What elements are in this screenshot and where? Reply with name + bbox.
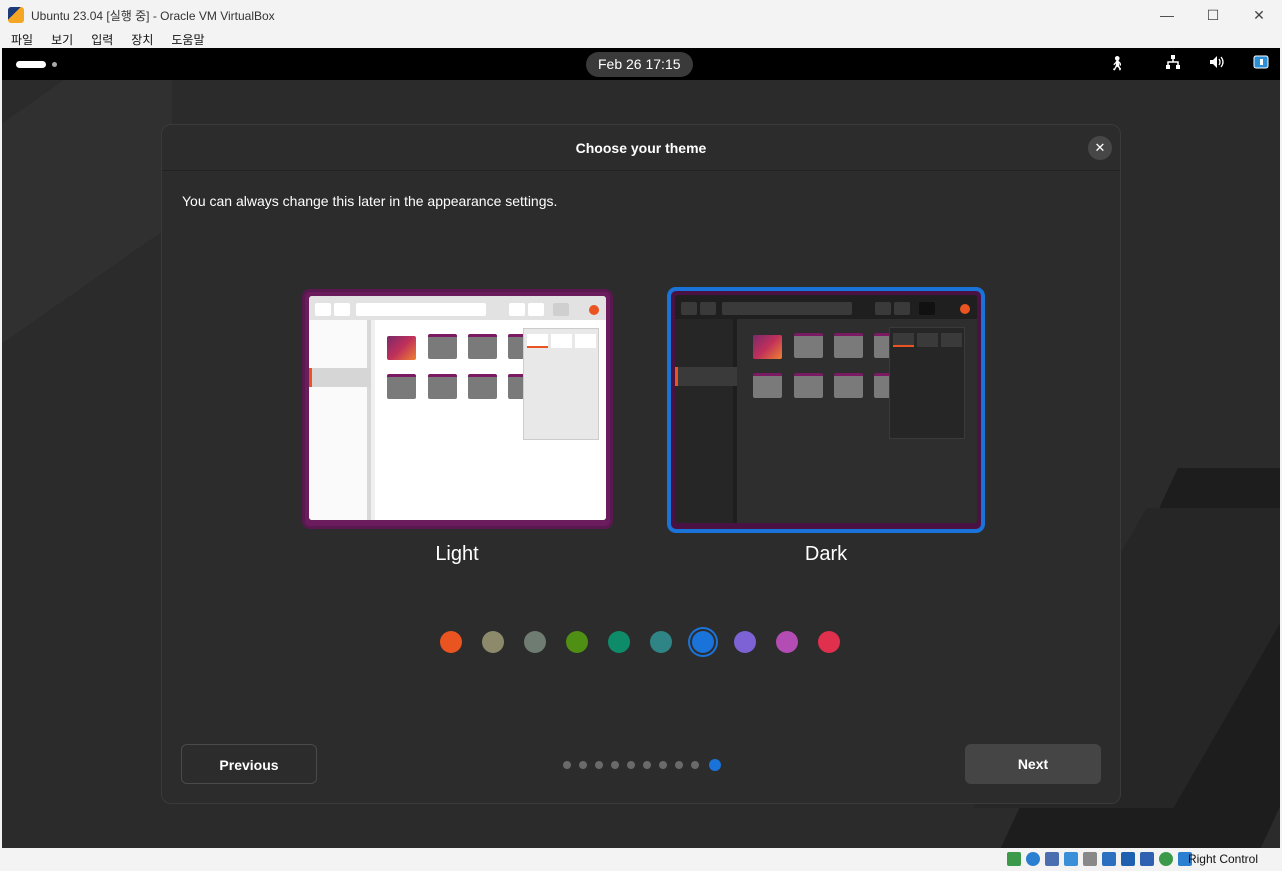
shared-folders-icon[interactable] — [1102, 852, 1116, 866]
accent-color-swatch[interactable] — [818, 631, 840, 653]
page-dot — [627, 761, 635, 769]
accent-color-swatch[interactable] — [776, 631, 798, 653]
activities-indicator[interactable] — [16, 61, 46, 68]
dialog-header: Choose your theme ✕ — [162, 125, 1120, 171]
dark-preview — [675, 295, 977, 523]
guest-screen: Feb 26 17:15 🚶︎ Choose your theme ✕ You … — [2, 48, 1280, 848]
page-dot — [691, 761, 699, 769]
vm-status-bar: Right Control — [0, 848, 1282, 871]
page-dot — [675, 761, 683, 769]
system-tray: 🚶︎ — [1082, 54, 1270, 73]
menu-view[interactable]: 보기 — [51, 31, 73, 48]
theme-light-label: Light — [435, 543, 479, 565]
dialog-close-button[interactable]: ✕ — [1088, 136, 1112, 160]
guest-additions-icon[interactable] — [1159, 852, 1173, 866]
theme-light-option[interactable] — [302, 289, 613, 529]
preview-titlebar — [675, 295, 977, 319]
page-dot — [709, 759, 721, 771]
status-icons — [1002, 852, 1192, 866]
minimize-button[interactable]: — — [1144, 0, 1190, 30]
page-dot — [563, 761, 571, 769]
recording-icon[interactable] — [1140, 852, 1154, 866]
page-dot — [579, 761, 587, 769]
menu-input[interactable]: 입력 — [91, 31, 113, 48]
accent-color-swatch[interactable] — [650, 631, 672, 653]
accent-color-swatch[interactable] — [734, 631, 756, 653]
preview-main — [741, 319, 977, 523]
window-controls: — ☐ ✕ — [1144, 0, 1282, 30]
clock[interactable]: Feb 26 17:15 — [586, 52, 693, 77]
preview-close-dot — [589, 305, 599, 315]
preview-titlebar — [309, 296, 606, 320]
theme-dark-label: Dark — [804, 543, 848, 565]
preview-sidebar — [309, 320, 371, 520]
page-dot — [659, 761, 667, 769]
accent-color-picker — [440, 631, 860, 653]
theme-dark-option[interactable] — [667, 287, 985, 533]
workspace-dot — [52, 62, 57, 67]
accent-color-swatch[interactable] — [608, 631, 630, 653]
dialog-title: Choose your theme — [575, 140, 707, 156]
volume-icon[interactable] — [1208, 55, 1226, 72]
page-indicator — [563, 759, 729, 771]
close-window-button[interactable]: ✕ — [1236, 0, 1282, 30]
gnome-top-bar: Feb 26 17:15 🚶︎ — [2, 48, 1280, 80]
accent-color-swatch[interactable] — [524, 631, 546, 653]
virtualbox-app-icon — [8, 7, 24, 23]
audio-icon[interactable] — [1045, 852, 1059, 866]
preview-main — [375, 320, 606, 520]
preview-close-dot — [960, 304, 970, 314]
next-button[interactable]: Next — [965, 744, 1101, 784]
host-key-label: Right Control — [1187, 852, 1258, 866]
page-dot — [643, 761, 651, 769]
theme-dialog: Choose your theme ✕ You can always chang… — [161, 124, 1121, 804]
usb-icon[interactable] — [1083, 852, 1097, 866]
network-icon[interactable] — [1164, 55, 1182, 72]
preview-sidebar — [675, 319, 737, 523]
accent-color-swatch[interactable] — [692, 631, 714, 653]
optical-drive-icon[interactable] — [1026, 852, 1040, 866]
menu-help[interactable]: 도움말 — [171, 31, 204, 48]
dialog-description: You can always change this later in the … — [182, 193, 558, 209]
light-preview — [309, 296, 606, 520]
window-title: Ubuntu 23.04 [실행 중] - Oracle VM VirtualB… — [31, 8, 275, 23]
wallpaper-shape — [2, 48, 172, 372]
display-icon[interactable] — [1121, 852, 1135, 866]
menu-file[interactable]: 파일 — [11, 31, 33, 48]
harddisk-icon[interactable] — [1007, 852, 1021, 866]
window-titlebar: Ubuntu 23.04 [실행 중] - Oracle VM VirtualB… — [0, 0, 1282, 30]
accent-color-swatch[interactable] — [482, 631, 504, 653]
menu-devices[interactable]: 장치 — [131, 31, 153, 48]
page-dot — [595, 761, 603, 769]
accent-color-swatch[interactable] — [566, 631, 588, 653]
accessibility-icon[interactable]: 🚶︎ — [1108, 55, 1126, 72]
maximize-button[interactable]: ☐ — [1190, 0, 1236, 30]
network-adapter-icon[interactable] — [1064, 852, 1078, 866]
page-dot — [611, 761, 619, 769]
accent-color-swatch[interactable] — [440, 631, 462, 653]
battery-icon[interactable] — [1252, 54, 1270, 73]
previous-button[interactable]: Previous — [181, 744, 317, 784]
menubar: 파일 보기 입력 장치 도움말 — [0, 30, 1282, 48]
